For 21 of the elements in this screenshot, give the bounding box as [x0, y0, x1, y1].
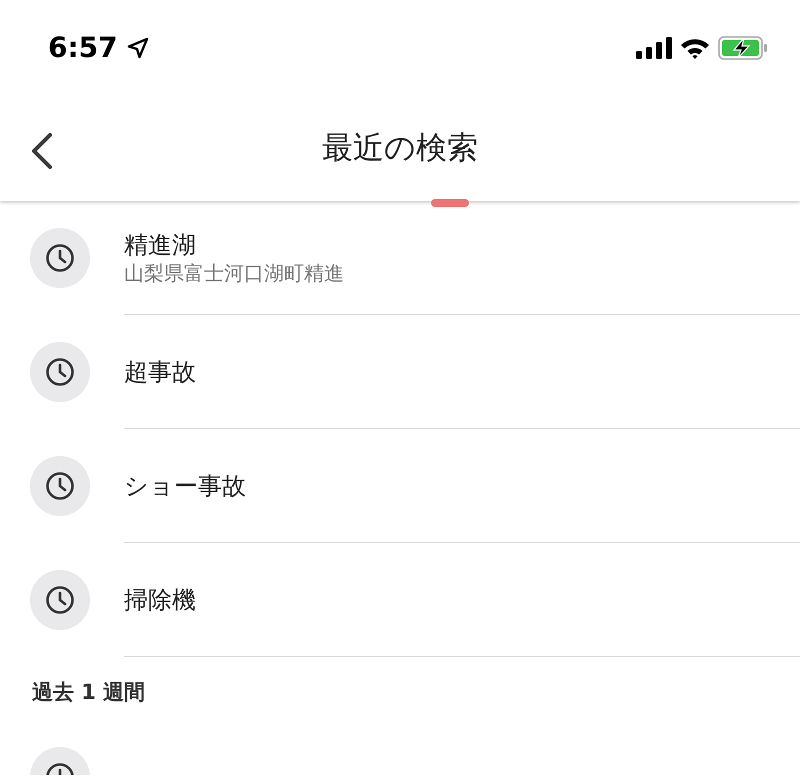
item-title: 超事故	[124, 356, 197, 386]
wifi-icon	[680, 36, 710, 58]
highlight-mark	[431, 199, 469, 207]
page-title: 最近の検索	[322, 128, 478, 168]
item-title: ショー事故	[124, 470, 247, 500]
history-item[interactable]: 精進湖 山梨県富士河口湖町精進	[0, 201, 800, 315]
section-heading: 過去 1 週間	[31, 679, 146, 706]
status-time: 6:57	[48, 30, 118, 66]
clock-icon	[45, 357, 75, 387]
history-item[interactable]: 掃除機	[0, 543, 800, 657]
item-title: 精進湖	[124, 230, 197, 260]
battery-charging-icon	[718, 36, 768, 60]
item-title: 掃除機	[124, 584, 197, 614]
history-item[interactable]: 超事故	[0, 315, 800, 429]
item-address: 山梨県富士河口湖町精進	[124, 260, 345, 286]
clock-icon	[45, 471, 75, 501]
location-arrow-icon	[126, 36, 150, 60]
clock-icon	[45, 585, 75, 615]
clock-icon	[45, 243, 75, 273]
history-item[interactable]: ショー事故	[0, 429, 800, 543]
signal-icon	[636, 36, 672, 58]
